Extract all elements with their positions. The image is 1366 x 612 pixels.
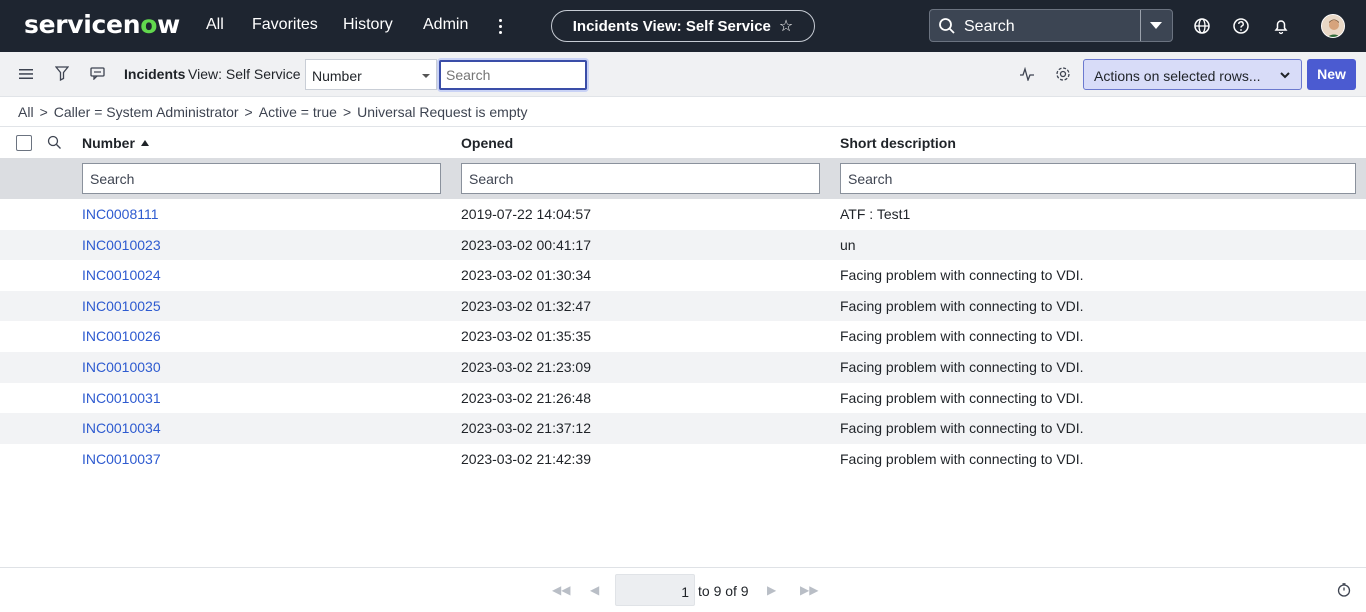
new-button[interactable]: New (1307, 59, 1356, 90)
opened-cell: 2019-07-22 14:04:57 (461, 206, 591, 222)
breadcrumb-separator: > (39, 104, 48, 120)
opened-cell: 2023-03-02 01:35:35 (461, 328, 591, 345)
avatar-image (1322, 15, 1344, 37)
globe-icon[interactable] (1192, 16, 1212, 36)
nav-all[interactable]: All (206, 16, 224, 34)
number-column-search[interactable]: Search (82, 163, 441, 194)
response-time-clock-icon[interactable] (1337, 583, 1351, 597)
table-row: INC0010034 2023-03-02 21:37:12 Facing prob… (0, 413, 1366, 444)
notifications-bell-icon[interactable] (1271, 16, 1291, 36)
short-description-cell: Facing problem with connecting to VDI. (840, 267, 1084, 284)
chevron-down-icon (422, 74, 430, 78)
global-search[interactable]: Search (929, 9, 1173, 42)
search-field-select[interactable]: Number (305, 59, 437, 90)
opened-cell: 2023-03-02 21:42:39 (461, 450, 591, 467)
opened-cell: 2023-03-02 21:37:12 (461, 420, 591, 437)
last-page-icon[interactable]: ▶▶ (800, 583, 818, 597)
opened-cell: 2023-03-02 00:41:17 (461, 236, 591, 253)
breadcrumb-active[interactable]: Active = true (259, 104, 337, 120)
list-title: Incidents (124, 66, 186, 82)
list-search-input[interactable] (439, 60, 587, 90)
search-icon (939, 18, 955, 34)
incident-number-link[interactable]: INC0010023 (82, 237, 161, 253)
table-row: INC0010030 2023-03-02 21:23:09 Facing prob… (0, 351, 1366, 383)
page-number-input[interactable]: 1 (615, 574, 695, 606)
table-row: INC0010025 2023-03-02 01:32:47 Facing prob… (0, 290, 1366, 322)
select-all-checkbox[interactable] (16, 135, 32, 151)
short-description-column-search[interactable]: Search (840, 163, 1356, 194)
sort-ascending-icon (140, 140, 149, 146)
incident-number-link[interactable]: INC0010037 (82, 451, 161, 467)
servicenow-logo[interactable]: servicenow (24, 10, 180, 39)
incident-number-link[interactable]: INC0010031 (82, 390, 161, 406)
column-header-short-description[interactable]: Short description (840, 135, 956, 151)
nav-history[interactable]: History (343, 16, 393, 34)
actions-on-selected-rows-select[interactable]: Actions on selected rows... (1083, 59, 1302, 90)
first-page-icon[interactable]: ◀◀ (552, 583, 570, 597)
table-row: INC0010026 2023-03-02 01:35:35 Facing prob… (0, 321, 1366, 352)
pagination-footer: ◀◀ ◀ 1 to 9 of 9 ▶ ▶▶ (0, 567, 1366, 612)
opened-column-search[interactable]: Search (461, 163, 820, 194)
breadcrumb-separator: > (342, 104, 352, 120)
next-page-icon[interactable]: ▶ (767, 583, 776, 597)
table-row: INC0008111 2019-07-22 14:04:57 ATF : Test1 (0, 199, 1366, 230)
view-label[interactable]: View: Self Service (188, 66, 301, 82)
star-icon[interactable]: ☆ (779, 16, 793, 36)
breadcrumb-all[interactable]: All (18, 104, 34, 120)
table-row: INC0010024 2023-03-02 01:30:34 Facing prob… (0, 260, 1366, 291)
page-title-pill[interactable]: Incidents View: Self Service ☆ (551, 10, 815, 42)
nav-admin[interactable]: Admin (423, 16, 468, 34)
table-row: INC0010031 2023-03-02 21:26:48 Facing prob… (0, 383, 1366, 414)
incident-number-link[interactable]: INC0010024 (82, 267, 161, 283)
short-description-cell: un (840, 236, 856, 253)
filter-icon[interactable] (55, 66, 69, 81)
incident-table-body: INC0008111 2019-07-22 14:04:57 ATF : Test1… (0, 199, 1366, 474)
pagination-range: to 9 of 9 (698, 583, 749, 599)
global-search-label: Search (964, 18, 1015, 35)
incident-number-link[interactable]: INC0010034 (82, 420, 161, 436)
list-toolbar: Incidents View: Self Service Number Acti… (0, 52, 1366, 97)
short-description-cell: Facing problem with connecting to VDI. (840, 358, 1084, 375)
column-header-number[interactable]: Number (82, 135, 149, 151)
column-header-opened[interactable]: Opened (461, 135, 513, 151)
opened-cell: 2023-03-02 21:26:48 (461, 389, 591, 406)
incident-number-link[interactable]: INC0010030 (82, 359, 161, 375)
table-row: INC0010023 2023-03-02 00:41:17 un (0, 229, 1366, 261)
short-description-cell: Facing problem with connecting to VDI. (840, 420, 1084, 437)
search-scope-caret-icon[interactable] (1150, 22, 1162, 29)
breadcrumb: All > Caller = System Administrator > Ac… (18, 104, 528, 120)
hamburger-menu-icon[interactable] (19, 68, 33, 80)
help-icon[interactable] (1231, 16, 1251, 36)
page-title: Incidents View: Self Service (572, 17, 771, 35)
incident-number-link[interactable]: INC0010025 (82, 298, 161, 314)
actions-select-label: Actions on selected rows... (1094, 68, 1261, 84)
incident-number-link[interactable]: INC0008111 (82, 206, 159, 222)
table-header: Number Opened Short description (0, 126, 1366, 158)
search-icon[interactable] (47, 135, 62, 150)
table-row: INC0010037 2023-03-02 21:42:39 Facing prob… (0, 444, 1366, 475)
activity-pulse-icon[interactable] (1019, 67, 1035, 81)
gear-icon[interactable] (1055, 66, 1071, 82)
breadcrumb-universal-request[interactable]: Universal Request is empty (357, 104, 527, 120)
breadcrumb-caller[interactable]: Caller = System Administrator (54, 104, 239, 120)
breadcrumb-separator: > (244, 104, 253, 120)
short-description-cell: Facing problem with connecting to VDI. (840, 297, 1084, 314)
nav-favorites[interactable]: Favorites (252, 16, 318, 34)
short-description-cell: Facing problem with connecting to VDI. (840, 450, 1084, 467)
short-description-cell: Facing problem with connecting to VDI. (840, 328, 1084, 345)
previous-page-icon[interactable]: ◀ (590, 583, 599, 597)
opened-cell: 2023-03-02 01:30:34 (461, 267, 591, 284)
incident-number-link[interactable]: INC0010026 (82, 328, 161, 344)
opened-cell: 2023-03-02 01:32:47 (461, 297, 591, 314)
top-nav: servicenow All Favorites History Admin I… (0, 0, 1366, 52)
comment-icon[interactable] (90, 67, 105, 80)
short-description-cell: ATF : Test1 (840, 206, 911, 222)
short-description-cell: Facing problem with connecting to VDI. (840, 389, 1084, 406)
search-field-value: Number (312, 68, 362, 84)
column-search-row: Search Search Search (0, 158, 1366, 199)
more-menu-icon[interactable] (493, 14, 509, 38)
chevron-down-icon (1280, 72, 1290, 79)
opened-cell: 2023-03-02 21:23:09 (461, 358, 591, 375)
user-avatar[interactable] (1321, 14, 1345, 38)
